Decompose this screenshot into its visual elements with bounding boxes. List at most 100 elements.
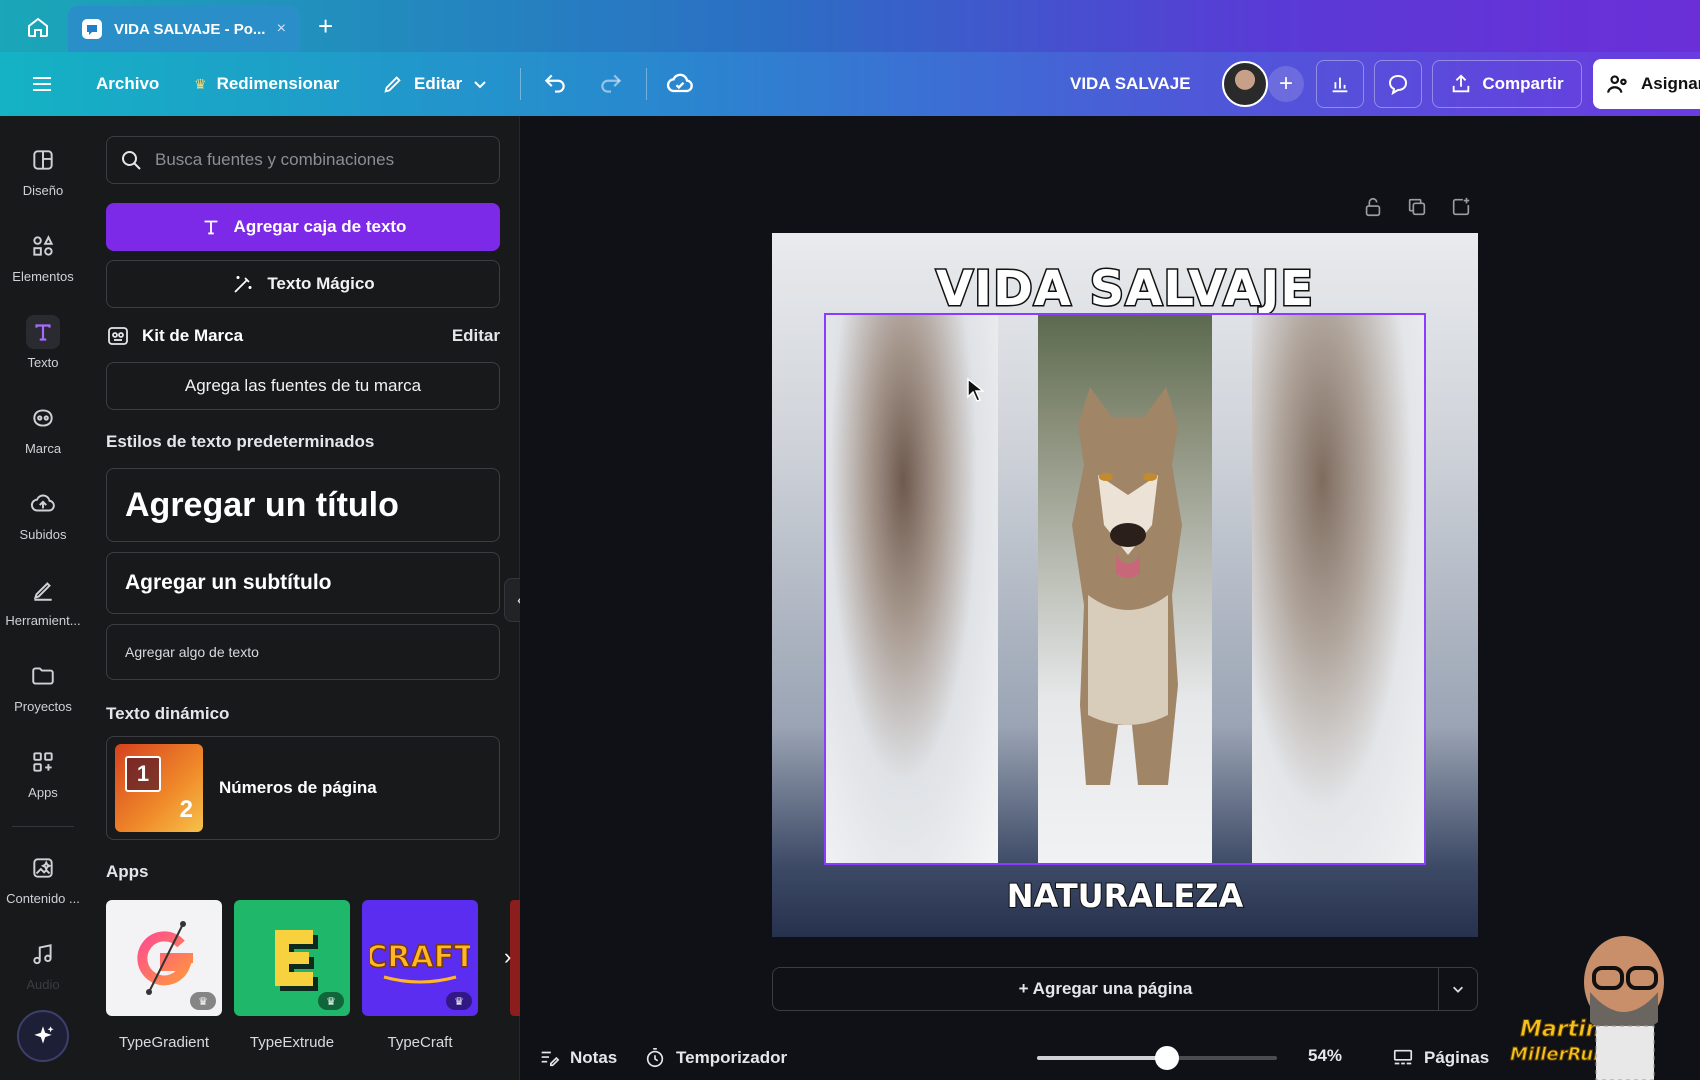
browser-tab[interactable]: VIDA SALVAJE - Po... × bbox=[68, 6, 300, 52]
assign-people-icon bbox=[1607, 75, 1627, 93]
app-name: TypeGradient bbox=[118, 1034, 210, 1051]
cloud-check-icon bbox=[666, 73, 693, 93]
rail-item-magic-media[interactable]: Contenido ... bbox=[0, 838, 86, 918]
duplicate-icon[interactable] bbox=[1406, 196, 1428, 218]
typeextrude-logo-icon bbox=[275, 930, 318, 991]
redo-icon bbox=[601, 74, 622, 93]
chevron-right-icon[interactable]: › bbox=[504, 944, 511, 970]
add-collaborator-button[interactable]: + bbox=[1268, 66, 1304, 102]
toolbar-divider bbox=[520, 68, 521, 100]
add-heading-label: Agregar un título bbox=[125, 485, 399, 524]
hamburger-icon bbox=[33, 77, 51, 91]
rail-item-projects[interactable]: Proyectos bbox=[0, 646, 86, 726]
avatar[interactable] bbox=[1222, 61, 1268, 107]
app-typegradient[interactable]: ♛ TypeGradient bbox=[106, 900, 222, 1051]
edit-dropdown[interactable]: Editar bbox=[382, 52, 488, 116]
magic-media-icon bbox=[26, 851, 60, 885]
rail-item-brand[interactable]: Marca bbox=[0, 388, 86, 468]
crown-icon: ♛ bbox=[194, 75, 207, 92]
add-page-dropdown[interactable] bbox=[1438, 967, 1478, 1011]
editor-toolbar: Archivo ♛ Redimensionar Editar VIDA SALV… bbox=[0, 52, 1700, 116]
doc-title-label: VIDA SALVAJE bbox=[1070, 74, 1191, 93]
rail-item-audio[interactable]: Audio bbox=[0, 924, 86, 1004]
resize-button[interactable]: ♛ Redimensionar bbox=[194, 52, 339, 116]
search-input[interactable] bbox=[155, 150, 485, 170]
notes-button[interactable]: Notas bbox=[538, 1036, 617, 1080]
rail-item-text[interactable]: Texto bbox=[0, 302, 86, 382]
add-heading-button[interactable]: Agregar un título bbox=[106, 468, 500, 542]
design-page[interactable]: VIDA SALVAJE NATURALEZA bbox=[772, 233, 1478, 937]
file-menu[interactable]: Archivo bbox=[96, 52, 159, 116]
brand-kit-label: Kit de Marca bbox=[142, 326, 244, 345]
browser-tab-bar: VIDA SALVAJE - Po... × + bbox=[0, 0, 1700, 52]
zoom-level[interactable]: 54% bbox=[1308, 1046, 1342, 1066]
pages-grid-icon bbox=[1393, 1049, 1413, 1065]
font-search[interactable] bbox=[106, 136, 500, 184]
tab-title: VIDA SALVAJE - Po... bbox=[114, 20, 265, 38]
timer-button[interactable]: Temporizador bbox=[644, 1036, 787, 1080]
add-page-button[interactable]: + Agregar una página bbox=[772, 967, 1438, 1011]
thumb-number-1: 1 bbox=[125, 756, 161, 792]
tab-close-icon[interactable]: × bbox=[277, 20, 286, 38]
comments-button[interactable] bbox=[1374, 60, 1422, 108]
share-button[interactable]: Compartir bbox=[1432, 60, 1582, 108]
magic-text-button[interactable]: Texto Mágico bbox=[106, 260, 500, 308]
zoom-slider[interactable] bbox=[1037, 1046, 1277, 1070]
redo-button[interactable] bbox=[598, 52, 624, 116]
shapes-icon bbox=[26, 229, 60, 263]
lock-icon[interactable] bbox=[1362, 196, 1384, 218]
chevron-down-icon bbox=[1453, 986, 1463, 993]
premium-crown-icon: ♛ bbox=[318, 992, 344, 1010]
brand-kit-edit-link[interactable]: Editar bbox=[452, 326, 500, 346]
text-icon bbox=[26, 314, 60, 349]
upload-icon bbox=[26, 487, 60, 521]
left-rail: Diseño Elementos Texto Marca Subidos Her… bbox=[0, 116, 86, 1080]
page-numbers-card[interactable]: 1 2 Números de página bbox=[106, 736, 500, 840]
share-upload-icon bbox=[1453, 74, 1470, 93]
magic-wand-icon bbox=[234, 276, 252, 293]
menu-button[interactable] bbox=[30, 52, 54, 116]
page-numbers-thumbnail: 1 2 bbox=[115, 744, 203, 832]
page-numbers-label: Números de página bbox=[219, 778, 377, 797]
app-typecraft[interactable]: CRAFT ♛ TypeCraft bbox=[362, 900, 478, 1051]
zoom-slider-handle[interactable] bbox=[1155, 1046, 1179, 1070]
new-tab-button[interactable]: + bbox=[318, 12, 333, 40]
notes-label: Notas bbox=[570, 1048, 618, 1067]
rail-label: Contenido ... bbox=[6, 890, 80, 906]
document-title[interactable]: VIDA SALVAJE bbox=[1070, 52, 1191, 116]
insights-button[interactable] bbox=[1316, 60, 1364, 108]
comment-icon bbox=[1388, 74, 1408, 96]
add-textbox-button[interactable]: Agregar caja de texto bbox=[106, 203, 500, 251]
cloud-save-button[interactable] bbox=[666, 52, 694, 116]
assign-label: Asignar bbox=[1641, 74, 1700, 93]
design-title-text[interactable]: VIDA SALVAJE bbox=[772, 260, 1478, 319]
undo-button[interactable] bbox=[542, 52, 568, 116]
home-icon[interactable] bbox=[20, 12, 56, 42]
rail-divider bbox=[12, 826, 74, 827]
design-subtitle-text[interactable]: NATURALEZA bbox=[772, 876, 1478, 916]
app-typeextrude[interactable]: ♛ TypeExtrude bbox=[234, 900, 350, 1051]
rail-item-apps[interactable]: Apps bbox=[0, 732, 86, 812]
rail-item-tools[interactable]: Herramient... bbox=[0, 560, 86, 640]
photo-frame[interactable] bbox=[824, 313, 1426, 865]
canva-favicon-icon bbox=[82, 19, 102, 39]
pen-icon bbox=[26, 573, 60, 607]
add-page-icon[interactable] bbox=[1450, 196, 1472, 218]
add-brand-fonts-button[interactable]: Agrega las fuentes de tu marca bbox=[106, 362, 500, 410]
rail-item-design[interactable]: Diseño bbox=[0, 130, 86, 210]
assign-button[interactable]: Asignar bbox=[1593, 59, 1700, 109]
svg-text:Martin: Martin bbox=[1520, 1017, 1601, 1042]
toolbar-divider bbox=[646, 68, 647, 100]
rail-item-elements[interactable]: Elementos bbox=[0, 216, 86, 296]
page-tools bbox=[1362, 196, 1472, 218]
folder-icon bbox=[26, 659, 60, 693]
add-subheading-label: Agregar un subtítulo bbox=[125, 571, 332, 594]
pages-button[interactable]: Páginas bbox=[1392, 1036, 1489, 1080]
brand-icon bbox=[26, 401, 60, 435]
chevron-down-icon bbox=[474, 81, 486, 89]
rail-item-uploads[interactable]: Subidos bbox=[0, 474, 86, 554]
app-name: TypeExtrude bbox=[249, 1034, 335, 1051]
magic-assistant-button[interactable] bbox=[17, 1010, 69, 1062]
add-subheading-button[interactable]: Agregar un subtítulo bbox=[106, 552, 500, 614]
add-body-text-button[interactable]: Agregar algo de texto bbox=[106, 624, 500, 680]
